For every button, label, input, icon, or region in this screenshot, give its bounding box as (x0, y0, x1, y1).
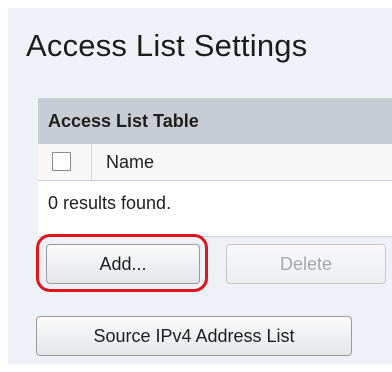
delete-button[interactable]: Delete (226, 244, 386, 284)
select-all-checkbox[interactable] (52, 152, 71, 171)
table-caption: Access List Table (38, 99, 392, 143)
table-header-row: Name (38, 143, 392, 181)
select-all-cell (38, 144, 92, 180)
column-header-name[interactable]: Name (106, 144, 154, 180)
source-ipv4-address-list-button[interactable]: Source IPv4 Address List (36, 316, 352, 356)
access-list-settings-page: Access List Settings Access List Table N… (8, 8, 392, 364)
access-list-table: Access List Table Name 0 results found. (38, 98, 392, 237)
page-title: Access List Settings (26, 28, 308, 63)
add-button-highlight (36, 234, 208, 292)
results-row: 0 results found. (38, 181, 392, 237)
results-count-text: 0 results found. (48, 193, 172, 213)
